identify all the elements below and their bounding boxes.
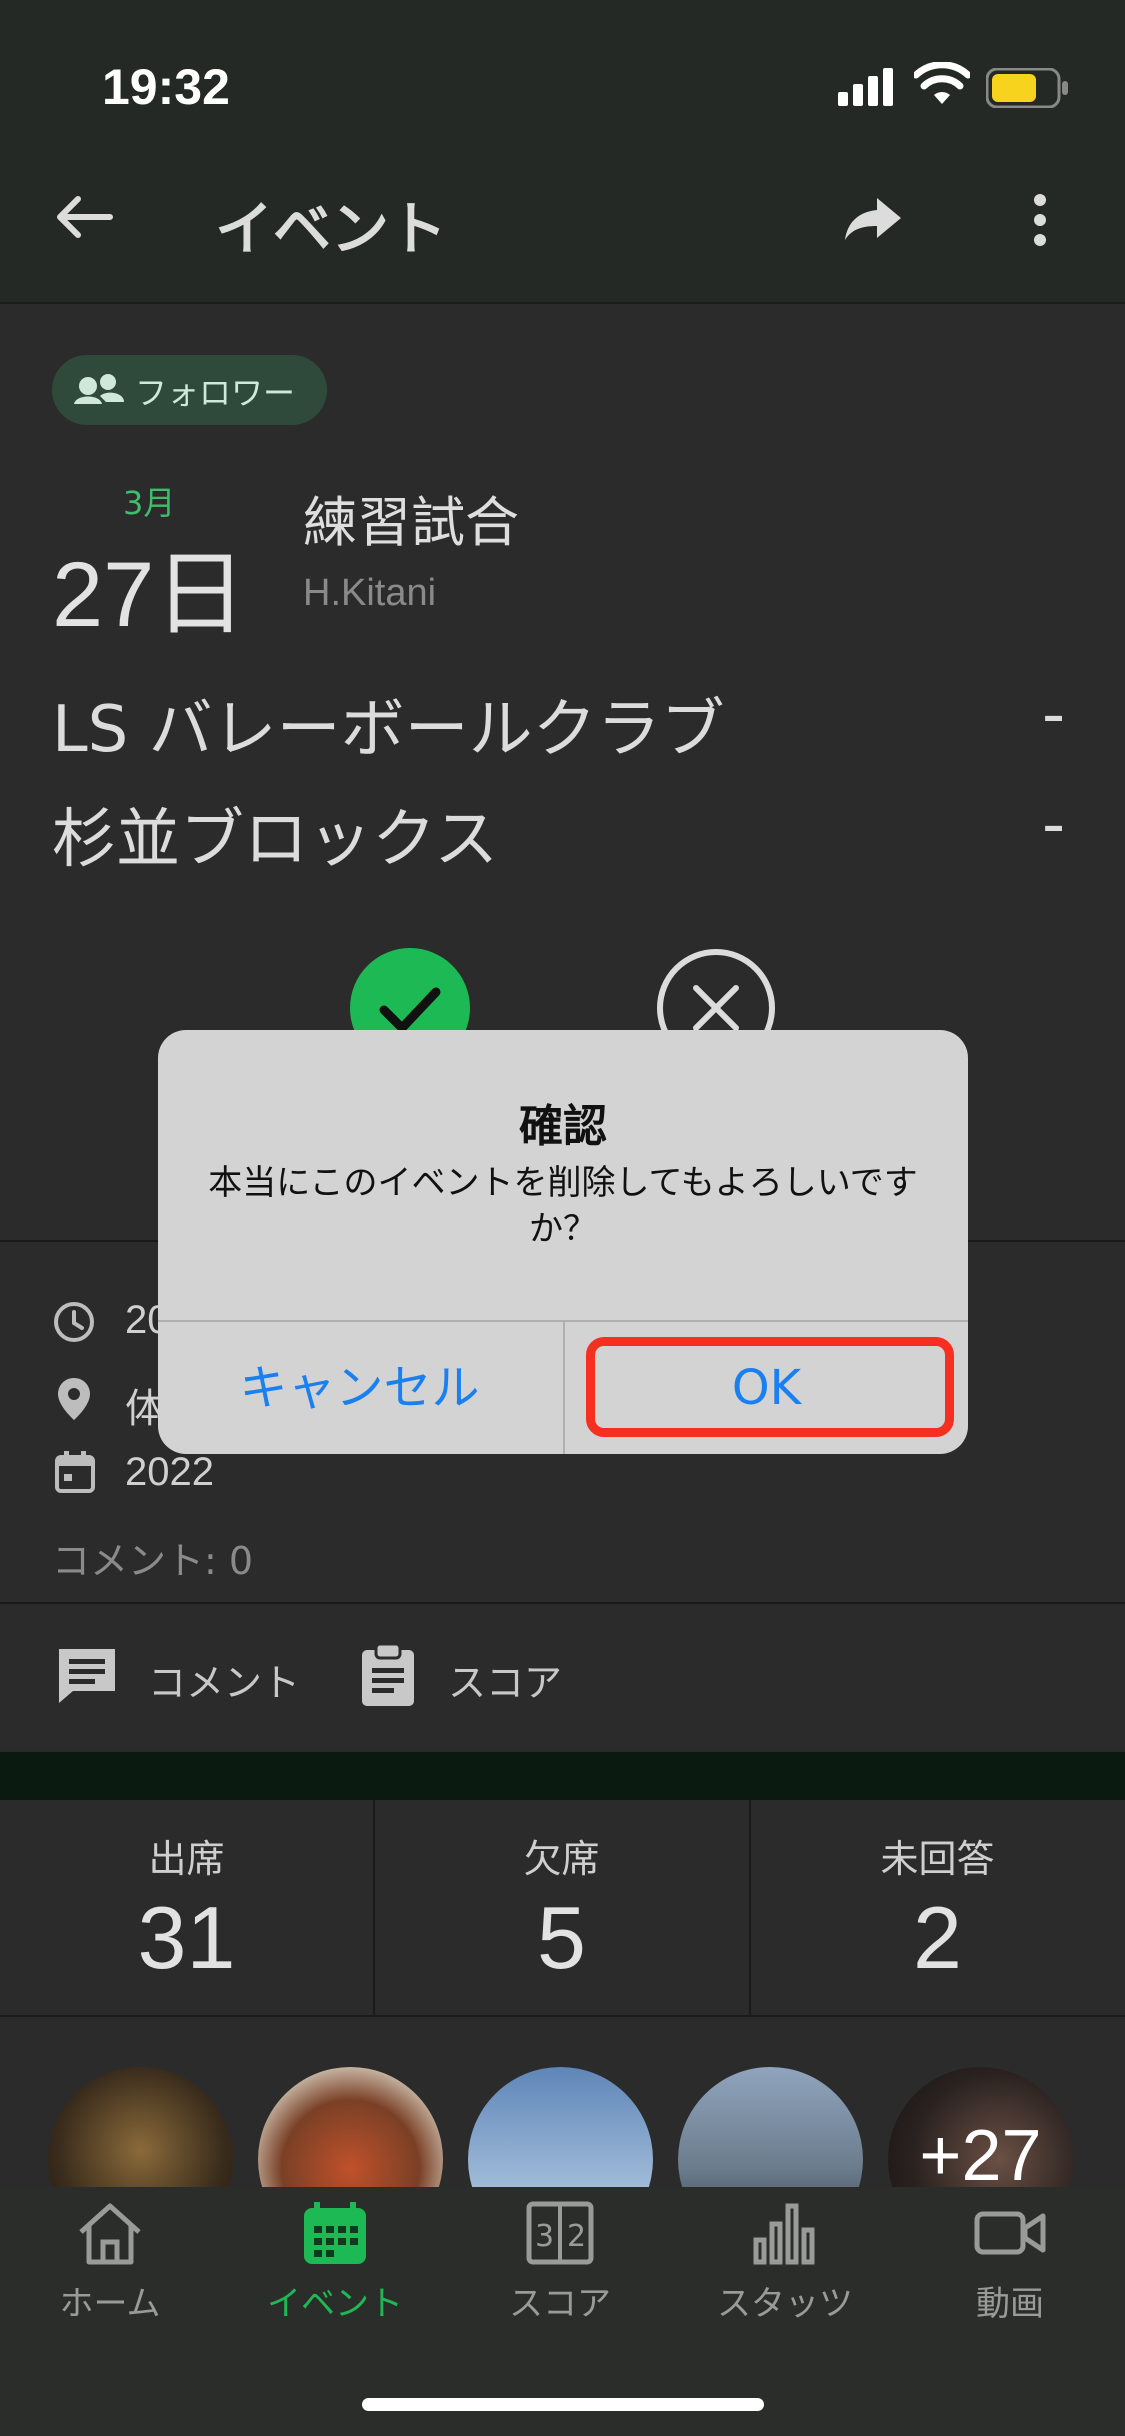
app-bar (0, 170, 1125, 304)
comment-icon[interactable] (55, 1645, 119, 1711)
avatar[interactable] (48, 2067, 233, 2187)
tab-stats-label: スタッツ (717, 2284, 853, 2324)
avatar[interactable] (678, 2067, 863, 2187)
score-button-label[interactable]: スコア (448, 1652, 562, 1707)
calendar-small-icon (54, 1450, 96, 1498)
event-author: H.Kitani (303, 572, 437, 614)
comment-button-label[interactable]: コメント (148, 1652, 300, 1707)
event-date-text: 2022 (125, 1450, 214, 1494)
stat-no-answer[interactable]: 未回答 2 (751, 1800, 1124, 2015)
followers-icon (72, 370, 126, 414)
tab-event-label: イベント (267, 2284, 403, 2324)
svg-text:3: 3 (535, 2219, 554, 2254)
team-name-away: 杉並ブロックス (52, 803, 499, 877)
tab-score[interactable]: 32 スコア (460, 2200, 660, 2325)
avatar-more[interactable]: +27 (888, 2067, 1073, 2187)
battery-icon (985, 67, 1070, 112)
divider (0, 1602, 1125, 1604)
ok-button-highlight (586, 1337, 954, 1437)
video-icon (974, 2211, 1046, 2255)
avatar-more-count: +27 (919, 2116, 1042, 2187)
stat-no-answer-label: 未回答 (880, 1837, 995, 1881)
back-arrow-icon[interactable] (52, 192, 114, 246)
stat-attend-label: 出席 (148, 1837, 225, 1881)
dialog-cancel-button[interactable]: キャンセル (158, 1322, 561, 1454)
home-icon (79, 2203, 141, 2265)
event-day: 27日 (52, 544, 247, 646)
event-month: 3月 (123, 484, 176, 522)
stat-absent-value: 5 (537, 1888, 586, 1987)
stat-attend[interactable]: 出席 31 (0, 1800, 373, 2015)
location-pin-icon (56, 1376, 92, 1426)
dialog-message: 本当にこのイベントを削除してもよろしいですか？ (208, 1163, 918, 1249)
calendar-icon (304, 2202, 366, 2264)
visibility-chip-label: フォロワー (135, 374, 296, 412)
tab-event[interactable]: イベント (235, 2200, 435, 2325)
tab-video[interactable]: 動画 (910, 2200, 1110, 2325)
team-name-home: LS バレーボールクラブ (52, 693, 725, 767)
clock-icon (52, 1300, 96, 1348)
stat-attend-value: 31 (137, 1888, 236, 1987)
scoreboard-icon: 32 (526, 2201, 594, 2265)
avatar[interactable] (258, 2067, 443, 2187)
bar-chart-icon (753, 2203, 815, 2265)
tab-home-label: ホーム (59, 2284, 161, 2324)
stat-absent[interactable]: 欠席 5 (375, 1800, 748, 2015)
team-score-home: - (1042, 678, 1066, 752)
tab-score-label: スコア (509, 2284, 611, 2324)
team-score-away: - (1042, 788, 1066, 862)
stat-absent-label: 欠席 (523, 1837, 600, 1881)
svg-text:2: 2 (567, 2219, 586, 2254)
comment-count: コメント: 0 (52, 1539, 254, 1583)
home-indicator (362, 2398, 764, 2411)
dialog-title: 確認 (519, 1101, 607, 1152)
tab-stats[interactable]: スタッツ (685, 2200, 885, 2325)
section-separator (0, 1752, 1125, 1800)
tab-video-label: 動画 (976, 2284, 1044, 2324)
page-title: イベント (215, 195, 448, 263)
signal-icon (838, 66, 898, 110)
status-time: 19:32 (102, 59, 230, 115)
tab-home[interactable]: ホーム (10, 2200, 210, 2325)
clipboard-icon[interactable] (360, 1642, 416, 1712)
avatar[interactable] (468, 2067, 653, 2187)
wifi-icon (912, 61, 972, 110)
more-vertical-icon[interactable] (1030, 192, 1050, 252)
event-name: 練習試合 (303, 491, 519, 554)
share-icon[interactable] (843, 196, 903, 246)
stat-no-answer-value: 2 (913, 1888, 962, 1987)
member-avatars: +27 (0, 2017, 1125, 2187)
